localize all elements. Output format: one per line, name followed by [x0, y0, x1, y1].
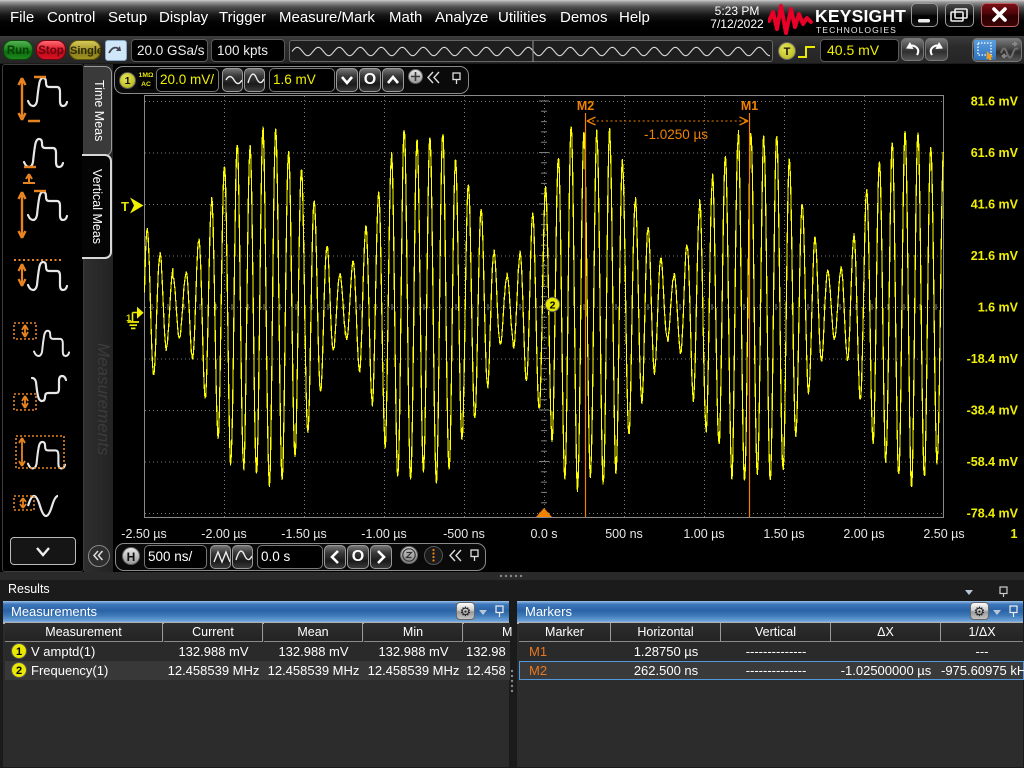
svg-text:-1.50 µs: -1.50 µs	[281, 527, 326, 541]
svg-text:2: 2	[550, 300, 556, 312]
svg-text:41.6 mV: 41.6 mV	[971, 198, 1019, 212]
svg-text:-38.4 mV: -38.4 mV	[967, 404, 1019, 418]
svg-text:500 ns: 500 ns	[605, 527, 643, 541]
svg-text:-2.50 µs: -2.50 µs	[121, 527, 166, 541]
svg-text:-18.4 mV: -18.4 mV	[967, 352, 1019, 366]
svg-text:-78.4 mV: -78.4 mV	[967, 507, 1019, 521]
svg-text:2.00 µs: 2.00 µs	[843, 527, 884, 541]
svg-text:-2.00 µs: -2.00 µs	[201, 527, 246, 541]
svg-text:61.6 mV: 61.6 mV	[971, 146, 1019, 160]
svg-text:-1.00 µs: -1.00 µs	[361, 527, 406, 541]
svg-text:2.50 µs: 2.50 µs	[923, 527, 964, 541]
svg-text:1.00 µs: 1.00 µs	[683, 527, 724, 541]
svg-text:0.0 s: 0.0 s	[530, 527, 557, 541]
svg-text:T: T	[121, 199, 129, 214]
svg-text:1: 1	[1011, 527, 1018, 541]
svg-text:-58.4 mV: -58.4 mV	[967, 455, 1019, 469]
svg-text:21.6 mV: 21.6 mV	[971, 249, 1019, 263]
svg-text:M1: M1	[741, 99, 758, 113]
svg-text:81.6 mV: 81.6 mV	[971, 95, 1019, 109]
svg-text:1.6 mV: 1.6 mV	[978, 301, 1019, 315]
svg-text:M2: M2	[577, 99, 594, 113]
svg-text:-1.0250 µs: -1.0250 µs	[644, 127, 708, 142]
svg-text:-500 ns: -500 ns	[443, 527, 485, 541]
svg-text:1: 1	[126, 313, 132, 324]
svg-text:1.50 µs: 1.50 µs	[763, 527, 804, 541]
